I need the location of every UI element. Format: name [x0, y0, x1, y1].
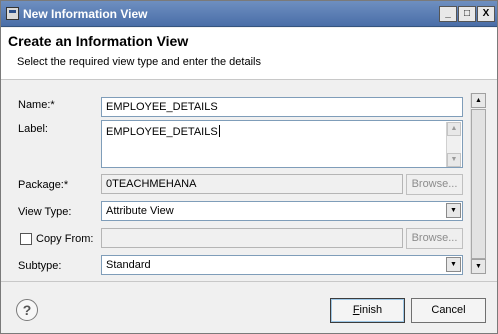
name-field[interactable]: EMPLOYEE_DETAILS — [101, 97, 463, 117]
subtype-select[interactable]: Standard ▼ — [101, 255, 463, 275]
chevron-down-icon[interactable]: ▼ — [446, 257, 461, 272]
copy-from-label: Copy From: — [36, 233, 94, 245]
subtype-value: Standard — [106, 259, 151, 271]
scroll-up-arrow-icon[interactable]: ▲ — [471, 93, 486, 108]
label-textarea-value: EMPLOYEE_DETAILS — [106, 126, 218, 138]
package-browse-button[interactable]: Browse... — [406, 174, 463, 195]
page-title: Create an Information View — [8, 33, 189, 49]
subtype-label: Subtype: — [18, 260, 62, 272]
label-textarea-content: EMPLOYEE_DETAILS — [106, 125, 220, 138]
form-scrollbar[interactable]: ▲ ▼ — [470, 93, 486, 274]
name-label: Name:* — [18, 99, 55, 111]
finish-label: inish — [359, 304, 383, 316]
minimize-button[interactable]: _ — [439, 6, 457, 22]
package-field[interactable]: 0TEACHMEHANA — [101, 174, 403, 194]
label-textarea[interactable]: EMPLOYEE_DETAILS ▲ ▼ — [101, 120, 463, 168]
dialog-window: New Information View _ □ X Create an Inf… — [0, 0, 498, 334]
view-type-select[interactable]: Attribute View ▼ — [101, 201, 463, 221]
maximize-button[interactable]: □ — [458, 6, 476, 22]
view-type-label: View Type: — [18, 206, 72, 218]
wizard-header: Create an Information View Select the re… — [1, 28, 497, 80]
help-icon[interactable]: ? — [16, 299, 38, 321]
finish-mnemonic: F — [352, 304, 360, 316]
package-label: Package:* — [18, 179, 69, 191]
label-textarea-scrollbar[interactable]: ▲ ▼ — [446, 122, 461, 167]
close-button[interactable]: X — [477, 6, 495, 22]
cancel-button[interactable]: Cancel — [411, 298, 486, 323]
scroll-up-arrow-icon[interactable]: ▲ — [447, 122, 461, 136]
scroll-down-arrow-icon[interactable]: ▼ — [447, 153, 461, 167]
copy-from-checkbox[interactable] — [20, 233, 32, 245]
scrollbar-thumb[interactable] — [471, 109, 486, 259]
copy-from-browse-button[interactable]: Browse... — [406, 228, 463, 249]
footer-divider — [1, 281, 497, 282]
finish-button[interactable]: Finish — [330, 298, 405, 323]
window-title: New Information View — [23, 7, 148, 21]
copy-from-field[interactable] — [101, 228, 403, 248]
page-subtitle: Select the required view type and enter … — [17, 56, 261, 68]
scroll-down-arrow-icon[interactable]: ▼ — [471, 259, 486, 274]
title-bar[interactable]: New Information View _ □ X — [1, 1, 497, 27]
text-caret — [218, 125, 220, 137]
package-field-value: 0TEACHMEHANA — [106, 178, 197, 190]
view-type-value: Attribute View — [106, 205, 174, 217]
chevron-down-icon[interactable]: ▼ — [446, 203, 461, 218]
name-field-value: EMPLOYEE_DETAILS — [106, 101, 218, 113]
label-label: Label: — [18, 123, 48, 135]
window-app-icon — [6, 7, 19, 20]
